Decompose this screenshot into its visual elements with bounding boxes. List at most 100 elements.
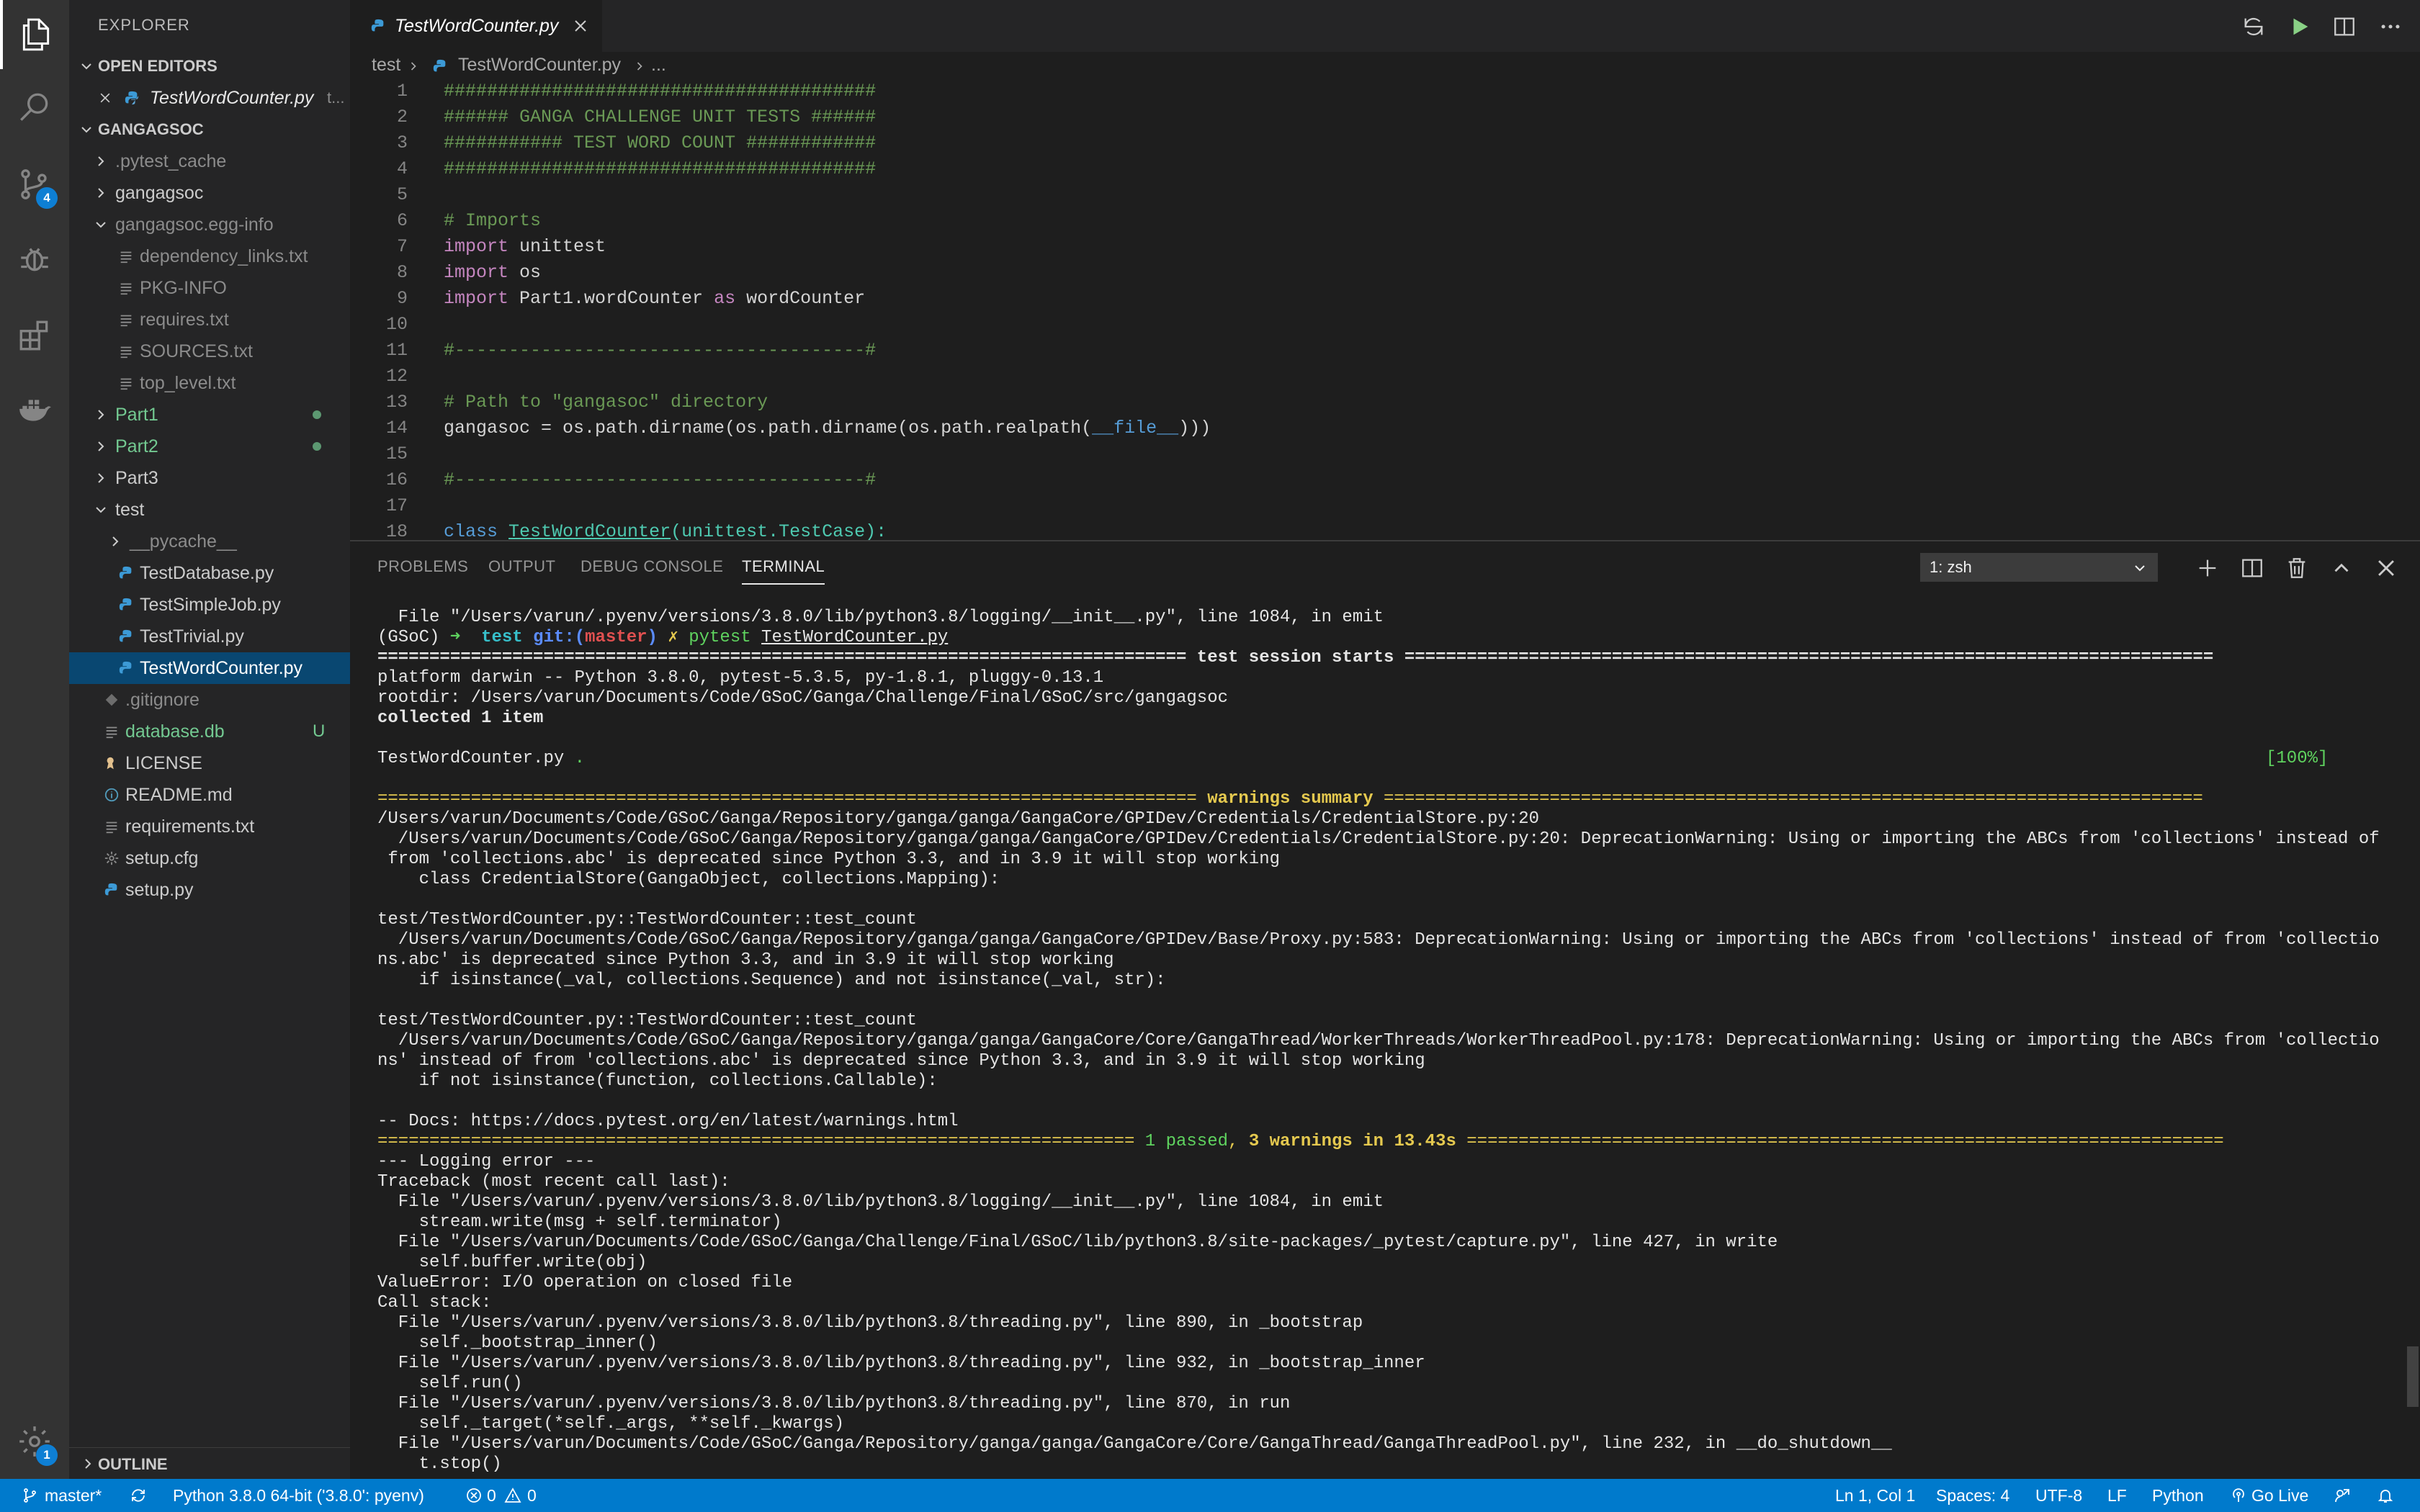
terminal-line: self._bootstrap_inner(): [377, 1333, 658, 1353]
tree-item-testtrivial-py[interactable]: TestTrivial.py: [69, 621, 350, 652]
terminal-select[interactable]: 1: zsh: [1920, 553, 2158, 582]
terminal-line: --- Logging error ---: [377, 1152, 596, 1171]
chevron-down-icon: [2135, 565, 2145, 572]
tree-item-testdatabase-py[interactable]: TestDatabase.py: [69, 557, 350, 589]
terminal-line: self._target(*self._args, **self._kwargs…: [377, 1414, 845, 1434]
open-changes-icon[interactable]: [2241, 14, 2266, 39]
tree-item-part3[interactable]: Part3: [69, 462, 350, 494]
tab-output[interactable]: OUTPUT: [488, 557, 555, 576]
tab-test-word-counter[interactable]: TestWordCounter.py: [350, 0, 602, 52]
tab-problems[interactable]: PROBLEMS: [377, 557, 468, 576]
close-icon[interactable]: [98, 91, 112, 105]
new-terminal-icon[interactable]: [2195, 556, 2220, 580]
terminal-line: File "/Users/varun/.pyenv/versions/3.8.0…: [377, 1354, 1425, 1373]
tree-item-requires-txt[interactable]: requires.txt: [69, 304, 350, 336]
notifications-bell-icon[interactable]: [2377, 1487, 2394, 1504]
split-terminal-icon[interactable]: [2240, 556, 2264, 580]
tree-item-readme-md[interactable]: README.md: [69, 779, 350, 811]
text-file-icon: [118, 375, 134, 391]
tree-item-label: __pycache__: [130, 531, 237, 552]
trash-icon[interactable]: [2285, 556, 2309, 580]
tree-item-test[interactable]: test: [69, 494, 350, 526]
maximize-panel-icon[interactable]: [2329, 556, 2354, 580]
error-count[interactable]: 0: [487, 1486, 496, 1506]
branch-status[interactable]: master*: [45, 1486, 102, 1506]
tab-debug-console[interactable]: DEBUG CONSOLE: [581, 557, 723, 576]
tree-item-pkg-info[interactable]: PKG-INFO: [69, 272, 350, 304]
tree-item-part2[interactable]: Part2: [69, 431, 350, 462]
tree-item-database-db[interactable]: database.db U: [69, 716, 350, 747]
outline-section[interactable]: OUTLINE: [69, 1447, 350, 1479]
debug-icon[interactable]: [0, 223, 69, 292]
terminal-line: ns' instead of from 'collections.abc' is…: [377, 1051, 1425, 1071]
tree-item-gitignore[interactable]: .gitignore: [69, 684, 350, 716]
tree-item-part1[interactable]: Part1: [69, 399, 350, 431]
breadcrumb-folder[interactable]: test: [372, 55, 400, 76]
tree-item-testsimplejob-py[interactable]: TestSimpleJob.py: [69, 589, 350, 621]
tree-item-pytest-cache[interactable]: .pytest_cache: [69, 145, 350, 177]
settings-gear-icon[interactable]: 1: [0, 1407, 69, 1476]
tree-item-pycache[interactable]: __pycache__: [69, 526, 350, 557]
sync-icon[interactable]: [130, 1487, 147, 1504]
docker-icon[interactable]: [0, 376, 69, 445]
line-number: 7: [396, 236, 408, 257]
indentation[interactable]: Spaces: 4: [1936, 1486, 2009, 1506]
extensions-icon[interactable]: [0, 301, 69, 370]
breadcrumb-symbol[interactable]: ...: [651, 55, 666, 76]
code-editor[interactable]: 1 #######################################…: [350, 81, 2420, 540]
tree-item-setup-py[interactable]: setup.py: [69, 874, 350, 906]
warning-icon: [504, 1488, 521, 1503]
project-section[interactable]: GANGAGSOC: [69, 114, 350, 145]
go-live-button[interactable]: Go Live: [2251, 1486, 2308, 1506]
tree-item-label: .gitignore: [125, 689, 200, 710]
more-actions-icon[interactable]: [2378, 14, 2403, 39]
open-editor-item[interactable]: TestWordCounter.py t...: [69, 82, 350, 114]
feedback-icon[interactable]: [2334, 1487, 2351, 1504]
run-icon[interactable]: [2287, 14, 2312, 39]
tree-item-gangagsoc-egg-info[interactable]: gangagsoc.egg-info: [69, 209, 350, 240]
explorer-title: EXPLORER: [98, 16, 190, 34]
search-icon[interactable]: [0, 73, 69, 143]
modified-dot: [313, 410, 321, 419]
terminal-line: File "/Users/varun/.pyenv/versions/3.8.0…: [377, 608, 1384, 627]
tree-item-license[interactable]: LICENSE: [69, 747, 350, 779]
terminal-output[interactable]: File "/Users/varun/.pyenv/versions/3.8.0…: [377, 608, 2387, 1472]
chevron-right-icon: [85, 1459, 91, 1469]
terminal-line: ValueError: I/O operation on closed file: [377, 1273, 793, 1292]
tree-item-setup-cfg[interactable]: setup.cfg: [69, 842, 350, 874]
cursor-position[interactable]: Ln 1, Col 1: [1835, 1486, 1915, 1506]
close-icon[interactable]: [572, 17, 589, 35]
terminal-line: rootdir: /Users/varun/Documents/Code/GSo…: [377, 688, 1228, 708]
warning-count[interactable]: 0: [527, 1486, 537, 1506]
line-number: 14: [385, 418, 408, 438]
line-number: 4: [396, 158, 408, 179]
source-control-icon[interactable]: 4: [0, 150, 69, 219]
tree-item-top-level-txt[interactable]: top_level.txt: [69, 367, 350, 399]
untracked-badge: U: [313, 721, 326, 741]
split-editor-icon[interactable]: [2332, 14, 2357, 39]
text-file-icon: [104, 819, 120, 834]
open-editors-section[interactable]: OPEN EDITORS: [69, 50, 350, 82]
scm-badge: 4: [36, 187, 58, 209]
tree-item-testwordcounter-py[interactable]: TestWordCounter.py: [69, 652, 350, 684]
code-line-14: gangasoc = os.path.dirname(os.path.dirna…: [444, 418, 1211, 438]
tab-label: TestWordCounter.py: [395, 15, 559, 36]
tree-item-requirements-txt[interactable]: requirements.txt: [69, 811, 350, 842]
tree-item-dependency-links-txt[interactable]: dependency_links.txt: [69, 240, 350, 272]
python-interpreter[interactable]: Python 3.8.0 64-bit ('3.8.0': pyenv): [173, 1486, 424, 1506]
line-endings[interactable]: LF: [2107, 1486, 2127, 1506]
terminal-line: self.buffer.write(obj): [377, 1253, 647, 1272]
explorer-icon[interactable]: [0, 0, 69, 69]
terminal-line: File "/Users/varun/Documents/Code/GSoC/G…: [377, 1233, 1778, 1252]
tree-item-sources-txt[interactable]: SOURCES.txt: [69, 336, 350, 367]
breadcrumb-file[interactable]: TestWordCounter.py: [458, 55, 621, 76]
line-number: 6: [396, 210, 408, 231]
terminal-session-header: ========================================…: [377, 648, 2214, 667]
tab-terminal[interactable]: TERMINAL: [742, 557, 825, 585]
terminal-scrollbar[interactable]: [2407, 1346, 2419, 1407]
encoding[interactable]: UTF-8: [2035, 1486, 2082, 1506]
close-panel-icon[interactable]: [2374, 556, 2398, 580]
terminal-line: Call stack:: [377, 1293, 492, 1313]
language-mode[interactable]: Python: [2152, 1486, 2204, 1506]
tree-item-gangagsoc[interactable]: gangagsoc: [69, 177, 350, 209]
